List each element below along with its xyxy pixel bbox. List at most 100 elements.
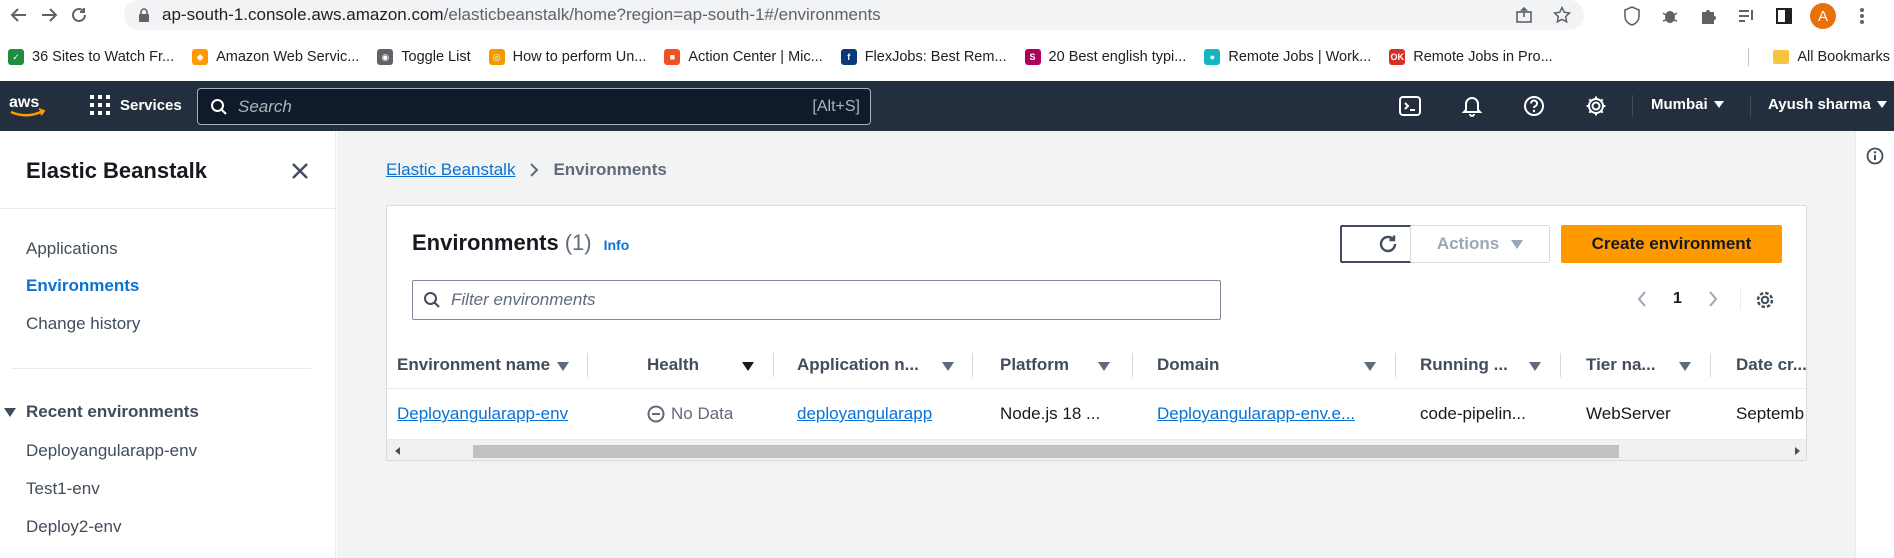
sort-caret-icon[interactable] <box>1679 362 1691 371</box>
profile-avatar[interactable]: A <box>1810 3 1836 29</box>
bookmark-item[interactable]: f FlexJobs: Best Rem... <box>840 49 1007 65</box>
breadcrumb-root-link[interactable]: Elastic Beanstalk <box>386 160 515 180</box>
sort-caret-icon[interactable] <box>1098 362 1110 371</box>
column-resizer[interactable] <box>972 353 973 377</box>
bookmark-label: Remote Jobs in Pro... <box>1413 49 1553 65</box>
scroll-right-arrow-icon[interactable] <box>1795 447 1800 455</box>
create-environment-button[interactable]: Create environment <box>1561 225 1782 263</box>
cloudshell-icon[interactable] <box>1398 94 1422 118</box>
recent-environment-link[interactable]: Deploy2-env <box>26 517 121 537</box>
divider <box>11 368 311 369</box>
column-header-tier-name[interactable]: Tier na... <box>1586 341 1656 389</box>
bookmark-item[interactable]: ● Remote Jobs | Work... <box>1204 49 1371 65</box>
recent-environments-heading: Recent environments <box>26 402 199 421</box>
sort-caret-icon[interactable] <box>942 362 954 371</box>
divider <box>1740 288 1741 310</box>
caret-down-icon <box>4 407 16 417</box>
browser-toolbar: ap-south-1.console.aws.amazon.com/elasti… <box>0 0 1894 30</box>
chevron-left-icon[interactable] <box>1637 290 1647 308</box>
sidebar-item-environments[interactable]: Environments <box>26 276 139 296</box>
address-bar[interactable]: ap-south-1.console.aws.amazon.com/elasti… <box>124 0 1584 30</box>
horizontal-scrollbar[interactable] <box>387 439 1806 460</box>
lock-icon <box>139 8 149 22</box>
environment-name-link[interactable]: Deployangularapp-env <box>397 404 568 424</box>
application-name-link[interactable]: deployangularapp <box>797 404 932 424</box>
back-arrow-icon[interactable] <box>8 4 30 26</box>
side-panel-icon[interactable] <box>1772 4 1796 28</box>
settings-gear-icon[interactable] <box>1584 94 1608 118</box>
notifications-bell-icon[interactable] <box>1460 94 1484 118</box>
aws-search-input[interactable]: Search [Alt+S] <box>197 88 871 125</box>
search-icon <box>424 292 440 308</box>
recent-environment-link[interactable]: Deployangularapp-env <box>26 441 197 461</box>
sort-caret-icon[interactable] <box>1364 362 1376 371</box>
all-bookmarks-button[interactable]: All Bookmarks <box>1773 44 1890 70</box>
column-header-health[interactable]: Health <box>647 341 699 389</box>
column-header-platform[interactable]: Platform <box>1000 341 1069 389</box>
column-header-running-version[interactable]: Running ... <box>1420 341 1508 389</box>
sort-caret-icon[interactable] <box>742 362 754 371</box>
bookmark-item[interactable]: ◉ Toggle List <box>377 49 471 65</box>
scroll-left-arrow-icon[interactable] <box>395 447 400 455</box>
microsoft-icon: ■ <box>664 49 681 65</box>
caret-down-icon <box>1713 101 1724 108</box>
account-menu[interactable]: Ayush sharma <box>1768 96 1887 113</box>
sidebar-item-change-history[interactable]: Change history <box>26 314 140 334</box>
forward-arrow-icon[interactable] <box>38 4 60 26</box>
actions-dropdown[interactable]: Actions <box>1410 225 1550 263</box>
column-resizer[interactable] <box>1132 353 1133 377</box>
star-icon[interactable] <box>1552 5 1572 25</box>
browser-menu-icon[interactable] <box>1850 4 1874 28</box>
media-queue-icon[interactable] <box>1734 4 1758 28</box>
column-header-application-name[interactable]: Application n... <box>797 341 919 389</box>
folder-icon <box>1773 50 1790 64</box>
bookmark-item[interactable]: ◆ Amazon Web Servic... <box>192 49 359 65</box>
column-header-domain[interactable]: Domain <box>1157 341 1219 389</box>
cell-health: No Data <box>647 389 733 439</box>
page-number[interactable]: 1 <box>1673 290 1682 308</box>
help-icon[interactable] <box>1522 94 1546 118</box>
pagination: 1 <box>1637 290 1718 308</box>
share-icon[interactable] <box>1514 5 1534 25</box>
info-link[interactable]: Info <box>604 237 630 253</box>
column-resizer[interactable] <box>1710 353 1711 377</box>
column-resizer[interactable] <box>587 353 588 377</box>
bookmark-item[interactable]: ◎ How to perform Un... <box>488 49 646 65</box>
puzzle-extension-icon[interactable] <box>1696 4 1720 28</box>
domain-link[interactable]: Deployangularapp-env.e... <box>1157 404 1355 424</box>
bookmark-item[interactable]: OK Remote Jobs in Pro... <box>1389 49 1553 65</box>
info-icon[interactable] <box>1866 147 1884 165</box>
column-header-date-created[interactable]: Date cr... <box>1736 341 1806 389</box>
bookmark-item[interactable]: ■ Action Center | Mic... <box>664 49 823 65</box>
sidebar-title[interactable]: Elastic Beanstalk <box>26 158 207 184</box>
filter-environments-input[interactable]: Filter environments <box>412 280 1221 320</box>
column-header-environment-name[interactable]: Environment name <box>397 341 550 389</box>
preferences-gear-icon[interactable] <box>1754 289 1776 311</box>
bookmark-label: 20 Best english typi... <box>1048 49 1187 65</box>
environments-table-panel: Environments (1) Info Actions Create env… <box>386 205 1807 461</box>
sort-caret-icon[interactable] <box>1529 362 1541 371</box>
sidebar-item-applications[interactable]: Applications <box>26 239 118 259</box>
scrollbar-thumb[interactable] <box>473 445 1619 458</box>
sort-caret-icon[interactable] <box>557 362 569 371</box>
services-menu[interactable]: Services <box>90 95 182 115</box>
search-icon <box>211 98 227 115</box>
bookmark-item[interactable]: ✓ 36 Sites to Watch Fr... <box>8 49 174 65</box>
shield-extension-icon[interactable] <box>1620 4 1644 28</box>
aws-logo[interactable]: aws <box>8 91 48 121</box>
bug-extension-icon[interactable] <box>1658 4 1682 28</box>
close-icon[interactable] <box>288 159 312 183</box>
cell-environment-name: Deployangularapp-env <box>397 389 568 439</box>
bookmark-label: 36 Sites to Watch Fr... <box>32 49 175 65</box>
column-resizer[interactable] <box>1395 353 1396 377</box>
column-resizer[interactable] <box>773 353 774 377</box>
recent-environments-toggle[interactable]: Recent environments <box>4 402 199 422</box>
chevron-right-icon[interactable] <box>1708 290 1718 308</box>
column-resizer[interactable] <box>1560 353 1561 377</box>
nav-divider <box>1632 95 1633 117</box>
reload-icon[interactable] <box>68 4 90 26</box>
bookmark-item[interactable]: S 20 Best english typi... <box>1024 49 1187 65</box>
recent-environment-link[interactable]: Test1-env <box>26 479 100 499</box>
region-selector[interactable]: Mumbai <box>1651 96 1724 113</box>
panel-header: Environments (1) Info <box>412 230 629 256</box>
